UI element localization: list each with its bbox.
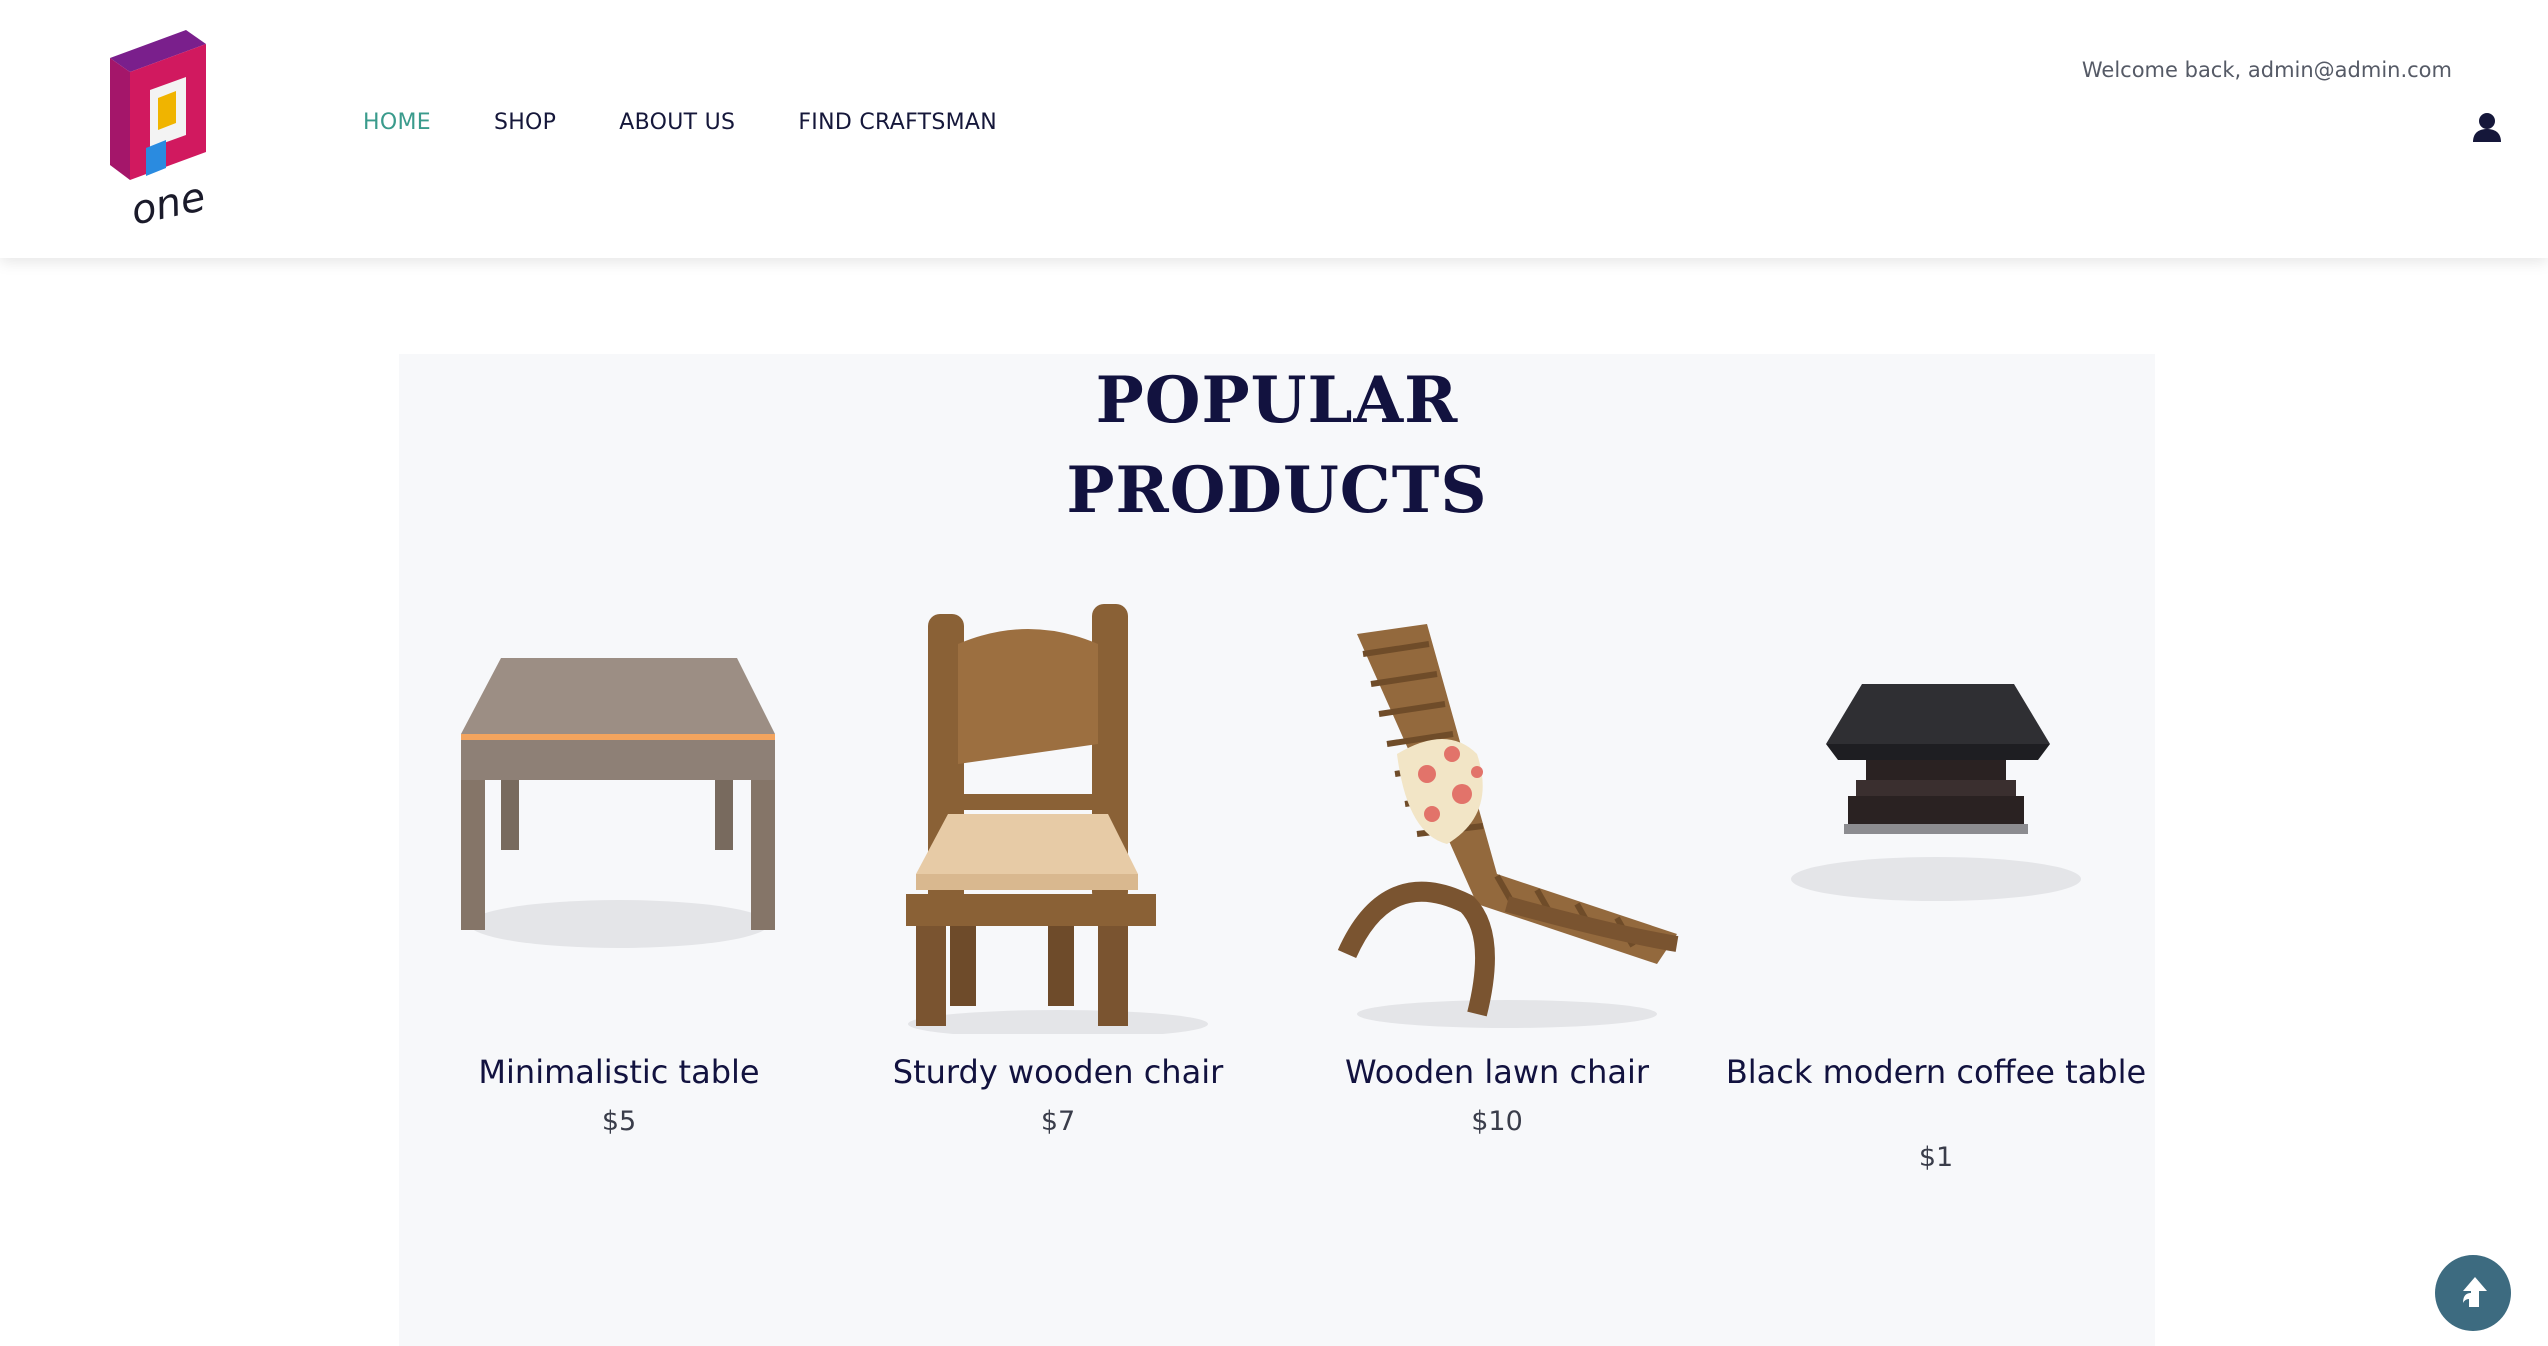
welcome-message: Welcome back, admin@admin.com — [2081, 58, 2452, 82]
product-card[interactable]: Wooden lawn chair $10 — [1277, 604, 1717, 1137]
section-title: POPULAR PRODUCTS — [399, 354, 2155, 536]
popular-products-section: POPULAR PRODUCTS Minimalistic table $5 S… — [399, 354, 2155, 1346]
lawn-chair-image — [1337, 624, 1679, 1028]
main-nav: HOME SHOP ABOUT US FIND CRAFTSMAN — [363, 110, 1060, 135]
nav-find-craftsman[interactable]: FIND CRAFTSMAN — [798, 110, 997, 135]
coffee-table-image — [1791, 684, 2081, 901]
product-name[interactable]: Minimalistic table — [399, 1054, 839, 1090]
back-to-top-button[interactable] — [2435, 1255, 2511, 1331]
nav-shop[interactable]: SHOP — [494, 110, 556, 135]
section-title-line1: POPULAR — [1095, 363, 1459, 438]
product-price: $5 — [601, 1106, 637, 1137]
site-header: one HOME SHOP ABOUT US FIND CRAFTSMAN We… — [0, 0, 2548, 258]
chair-image — [906, 604, 1208, 1034]
product-price: $10 — [1471, 1106, 1523, 1137]
nav-home[interactable]: HOME — [363, 110, 431, 135]
brand-logo[interactable]: one — [96, 30, 226, 230]
svg-text:one: one — [127, 174, 209, 230]
arrow-up-icon — [2463, 1277, 2487, 1307]
product-card[interactable]: Black modern coffee table $1 — [1716, 604, 2156, 1173]
product-name[interactable]: Sturdy wooden chair — [838, 1054, 1278, 1090]
user-icon[interactable] — [2470, 112, 2504, 142]
nav-about-us[interactable]: ABOUT US — [619, 110, 735, 135]
product-price: $7 — [1040, 1106, 1076, 1137]
product-name[interactable]: Wooden lawn chair — [1277, 1054, 1717, 1090]
product-price: $1 — [1918, 1142, 1954, 1173]
product-card[interactable]: Sturdy wooden chair $7 — [838, 604, 1278, 1137]
table-image — [461, 658, 775, 948]
product-card[interactable]: Minimalistic table $5 — [399, 604, 839, 1137]
section-title-line2: PRODUCTS — [1066, 453, 1488, 528]
product-name[interactable]: Black modern coffee table — [1716, 1054, 2156, 1090]
